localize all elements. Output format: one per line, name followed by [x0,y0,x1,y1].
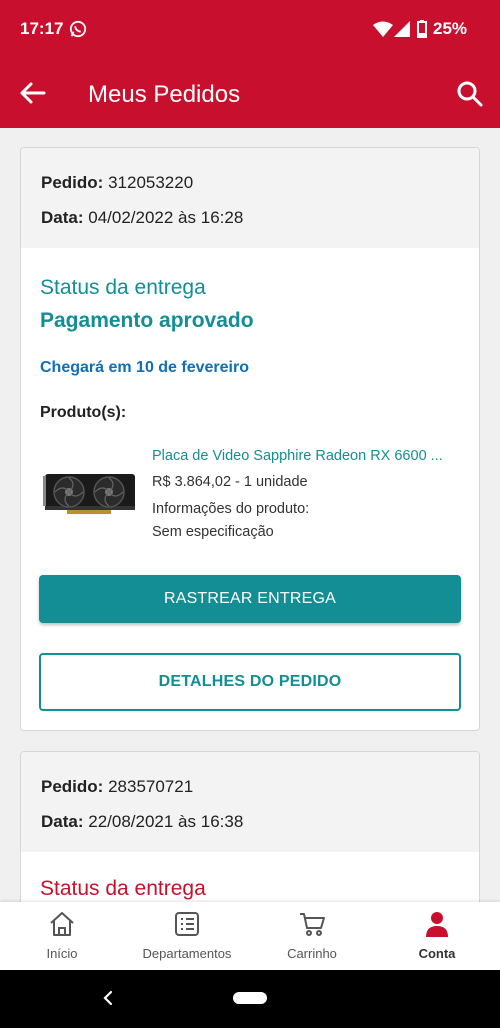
order-label: Pedido: [41,777,104,796]
order-date: 04/02/2022 às 16:28 [88,208,244,227]
delivery-status-value: Pagamento aprovado [40,309,254,332]
nav-label: Carrinho [287,946,337,961]
order-header: Pedido: 283570721 Data: 22/08/2021 às 16… [21,752,479,852]
date-label: Data: [41,208,84,227]
arrival-estimate: Chegará em 10 de fevereiro [40,359,249,376]
nav-item-conta[interactable]: Conta [397,902,477,970]
order-number: 283570721 [108,777,194,796]
user-icon [426,912,448,937]
battery-icon [417,20,427,38]
order-card: Pedido: 283570721 Data: 22/08/2021 às 16… [20,751,480,902]
list-icon [175,912,199,936]
order-date: 22/08/2021 às 16:38 [88,812,244,831]
nav-item-inicio[interactable]: Início [22,902,102,970]
battery-percentage: 25% [433,19,468,38]
wifi-icon [373,21,393,37]
system-back-icon[interactable] [102,990,114,1006]
nav-item-departamentos[interactable]: Departamentos [132,902,242,970]
track-delivery-button[interactable]: RASTREAR ENTREGA [39,575,461,623]
nav-label: Conta [418,946,456,961]
order-number-line: Pedido: 283570721 [41,777,193,797]
order-date-line: Data: 22/08/2021 às 16:38 [41,812,243,832]
product-image[interactable] [43,464,139,524]
system-navigation-bar [0,970,500,1028]
cart-icon [300,913,325,936]
status-bar: 17:17 25% [0,0,500,58]
nav-label: Início [46,946,78,961]
app-bar: Meus Pedidos [0,58,500,128]
orders-list[interactable]: Pedido: 312053220 Data: 04/02/2022 às 16… [0,128,500,902]
system-home-pill[interactable] [233,992,267,1004]
nav-label: Departamentos [142,946,232,961]
order-header: Pedido: 312053220 Data: 04/02/2022 às 16… [21,148,479,248]
delivery-status-label: Status da entrega [40,877,206,900]
nav-item-carrinho[interactable]: Carrinho [272,902,352,970]
home-icon [50,912,74,936]
search-icon[interactable] [456,80,484,108]
order-details-button[interactable]: DETALHES DO PEDIDO [39,653,461,711]
product-price-quantity: R$ 3.864,02 - 1 unidade [152,474,308,490]
signal-icon [394,21,410,37]
order-label: Pedido: [41,173,104,192]
order-date-line: Data: 04/02/2022 às 16:28 [41,208,243,228]
date-label: Data: [41,812,84,831]
delivery-status-label: Status da entrega [40,276,206,299]
product-name[interactable]: Placa de Video Sapphire Radeon RX 6600 .… [152,448,443,464]
whatsapp-icon [69,20,87,38]
product-info-label: Informações do produto: [152,501,310,517]
back-arrow-icon[interactable] [18,80,48,106]
order-card: Pedido: 312053220 Data: 04/02/2022 às 16… [20,147,480,731]
order-number: 312053220 [108,173,194,192]
product-spec: Sem especificação [152,524,274,540]
order-number-line: Pedido: 312053220 [41,173,193,193]
page-title: Meus Pedidos [88,81,241,108]
products-label: Produto(s): [40,404,127,421]
bottom-navigation: Início Departamentos Carrinho Conta [0,902,500,970]
status-time: 17:17 [20,19,64,38]
